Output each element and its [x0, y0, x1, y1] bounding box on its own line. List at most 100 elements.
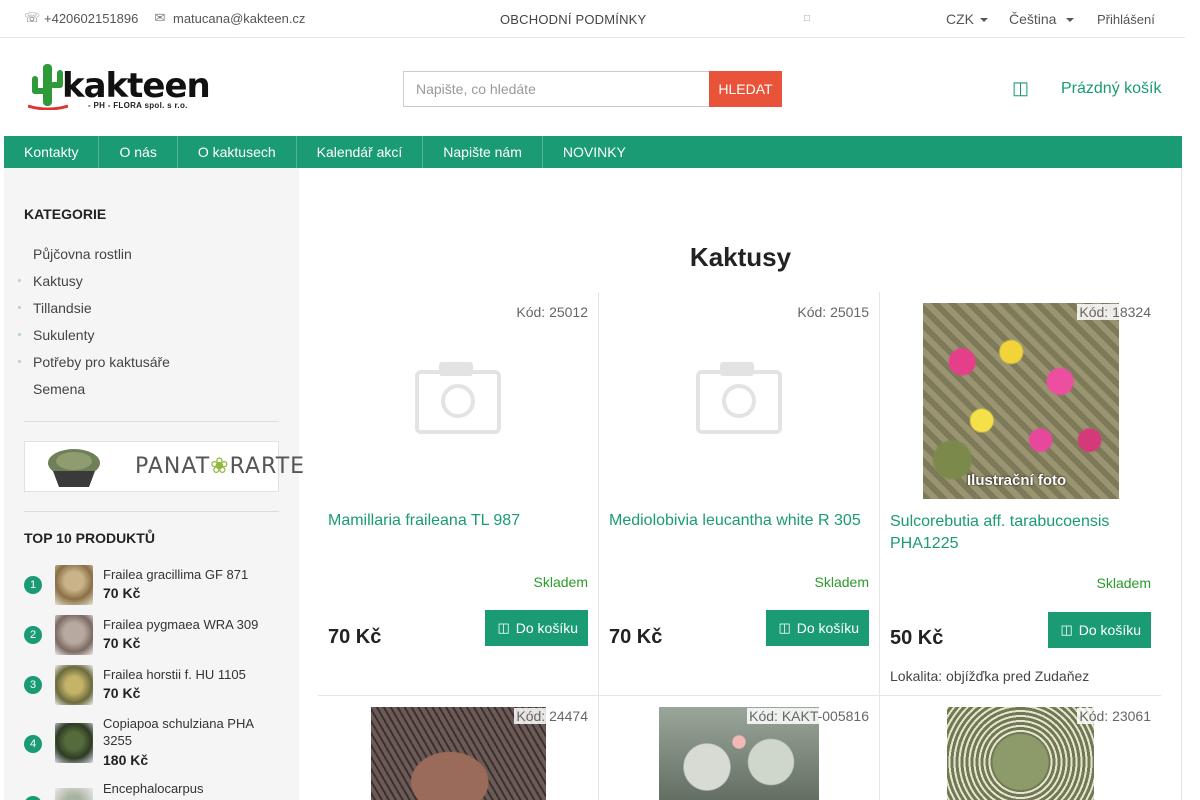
- product-grid: Kód: 25012 Mamillaria fraileana TL 987 S…: [318, 292, 1161, 800]
- bullet-icon: [18, 279, 21, 282]
- product-name-link[interactable]: Sulcorebutia aff. tarabucoensis PHA1225: [890, 511, 1152, 555]
- site-logo[interactable]: kakteen - PH - FLORA spol. s r.o.: [28, 60, 211, 112]
- divider: [24, 511, 279, 512]
- category-label: Kaktusy: [33, 273, 83, 289]
- nav-item-about-cacti[interactable]: O kaktusech: [178, 136, 297, 168]
- phone-contact[interactable]: ☏ +420602151896: [24, 10, 138, 26]
- rank-badge: 4: [24, 735, 42, 753]
- image-placeholder-icon[interactable]: [696, 360, 782, 434]
- search-button[interactable]: HLEDAT: [709, 71, 782, 107]
- product-location: Lokalita: objížďka pred Zudaňez: [890, 668, 1090, 684]
- product-price: 70 Kč: [103, 685, 141, 701]
- info-icon[interactable]: □: [804, 13, 810, 24]
- product-name-link[interactable]: Mamillaria fraileana TL 987: [328, 510, 590, 532]
- product-price: 70 Kč: [103, 635, 141, 651]
- search-input[interactable]: [403, 71, 709, 107]
- product-card: Kód: KAKT-005816: [599, 696, 880, 800]
- chevron-down-icon: [1066, 18, 1075, 23]
- product-photo[interactable]: [947, 707, 1094, 800]
- add-to-cart-button[interactable]: ◫ Do košíku: [766, 610, 869, 646]
- currency-dropdown[interactable]: CZK: [946, 11, 988, 27]
- category-label: Půjčovna rostlin: [33, 246, 132, 262]
- banner-text-b: RARTE: [229, 454, 306, 479]
- product-card: Kód: 24474: [318, 696, 599, 800]
- category-item[interactable]: Potřeby pro kaktusáře: [18, 352, 278, 379]
- category-label: Semena: [33, 381, 86, 397]
- cart-icon: ◫: [1060, 622, 1073, 637]
- product-price: 70 Kč: [609, 626, 663, 648]
- product-card: Kód: 25015 Mediolobivia leucantha white …: [599, 292, 880, 696]
- product-code: Kód: 18324: [1077, 304, 1151, 320]
- nav-item-about[interactable]: O nás: [99, 136, 178, 168]
- product-code: Kód: 25015: [795, 304, 869, 320]
- product-card: Ilustrační foto Kód: 18324 Sulcorebutia …: [880, 292, 1161, 696]
- product-code: Kód: 23061: [1077, 708, 1151, 724]
- product-name: Encephalocarpus: [103, 781, 204, 796]
- rank-badge: 2: [24, 626, 42, 644]
- product-code: Kód: KAKT-005816: [747, 708, 869, 724]
- product-thumbnail: [55, 565, 93, 605]
- email-contact[interactable]: ✉ matucana@kakteen.cz: [153, 10, 306, 26]
- category-item[interactable]: Semena: [18, 379, 278, 406]
- category-list: Půjčovna rostlin Kaktusy Tillandsie Suku…: [18, 244, 278, 406]
- product-name: Frailea gracillima GF 871: [103, 567, 249, 582]
- add-to-cart-label: Do košíku: [796, 620, 859, 636]
- category-label: Tillandsie: [33, 300, 92, 316]
- nav-item-news[interactable]: NOVINKY: [543, 136, 646, 168]
- image-placeholder-icon[interactable]: [415, 360, 501, 434]
- nav-item-contacts[interactable]: Kontakty: [4, 136, 100, 168]
- banner-text-a: PANAT: [135, 454, 211, 479]
- product-name: Frailea horstii f. HU 1105: [103, 667, 246, 682]
- rank-badge: 1: [24, 576, 42, 594]
- photo-watermark: Ilustrační foto: [967, 472, 1067, 489]
- page-title: Kaktusy: [689, 242, 792, 272]
- stock-status: Skladem: [533, 574, 588, 590]
- add-to-cart-label: Do košíku: [1078, 622, 1141, 638]
- nav-item-write-us[interactable]: Napište nám: [423, 136, 543, 168]
- category-item[interactable]: Kaktusy: [18, 271, 278, 298]
- phone-number: +420602151896: [44, 10, 139, 26]
- product-photo[interactable]: Ilustrační foto: [923, 303, 1119, 499]
- nav-item-events[interactable]: Kalendář akcí: [297, 136, 424, 168]
- language-label: Čeština: [1009, 11, 1057, 27]
- add-to-cart-label: Do košíku: [515, 620, 578, 636]
- cart-link[interactable]: Prázdný košík: [1061, 80, 1161, 98]
- language-dropdown[interactable]: Čeština: [1009, 11, 1075, 27]
- rank-badge: 3: [24, 676, 42, 694]
- cart-icon: ◫: [497, 620, 510, 635]
- logo-text: kakteen: [62, 66, 211, 106]
- product-name: Frailea pygmaea WRA 309: [103, 617, 259, 632]
- cart-icon[interactable]: ◫: [1012, 78, 1029, 99]
- category-item[interactable]: Půjčovna rostlin: [18, 244, 278, 271]
- product-price: 50 Kč: [890, 627, 944, 649]
- product-name: Copiapoa schulziana PHA 3255: [103, 716, 254, 748]
- terms-link[interactable]: OBCHODNÍ PODMÍNKY: [500, 12, 646, 27]
- product-name-link[interactable]: Mediolobivia leucantha white R 305: [609, 510, 871, 532]
- product-price: 70 Kč: [328, 626, 382, 648]
- add-to-cart-button[interactable]: ◫ Do košíku: [1048, 612, 1151, 648]
- divider: [24, 421, 279, 422]
- categories-title: KATEGORIE: [24, 206, 107, 222]
- product-price: 70 Kč: [103, 585, 141, 601]
- top-bar: ☏ +420602151896 ✉ matucana@kakteen.cz OB…: [0, 0, 1185, 38]
- login-link[interactable]: Přihlášení: [1097, 12, 1155, 27]
- stock-status: Skladem: [814, 574, 869, 590]
- bullet-icon: [18, 306, 21, 309]
- add-to-cart-button[interactable]: ◫ Do košíku: [485, 610, 588, 646]
- banner-logo: PANAT❀RARTE: [135, 454, 305, 479]
- product-thumbnail: [55, 723, 93, 763]
- category-label: Sukulenty: [33, 327, 95, 343]
- product-code: Kód: 24474: [514, 708, 588, 724]
- stock-status: Skladem: [1096, 575, 1151, 591]
- mail-icon: ✉: [154, 10, 166, 25]
- email-address: matucana@kakteen.cz: [173, 10, 306, 26]
- category-item[interactable]: Sukulenty: [18, 325, 278, 352]
- category-item[interactable]: Tillandsie: [18, 298, 278, 325]
- chevron-down-icon: [980, 18, 988, 23]
- currency-label: CZK: [946, 11, 974, 27]
- panatarte-banner[interactable]: PANAT❀RARTE: [24, 441, 304, 492]
- leaf-icon: ❀: [210, 454, 230, 479]
- product-thumbnail: [55, 615, 93, 655]
- logo-subtitle: - PH - FLORA spol. s r.o.: [88, 101, 188, 110]
- top-products-title: TOP 10 PRODUKTŮ: [24, 530, 155, 546]
